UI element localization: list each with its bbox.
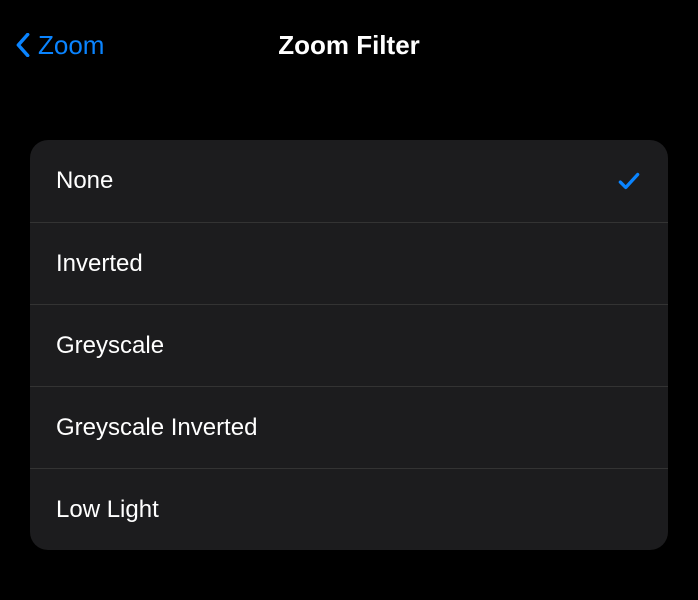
option-label: Inverted: [56, 250, 143, 278]
filter-option-list: None Inverted Greyscale Greyscale Invert…: [30, 140, 668, 550]
filter-option-low-light[interactable]: Low Light: [30, 468, 668, 550]
back-button[interactable]: Zoom: [14, 0, 104, 90]
option-label: Low Light: [56, 496, 159, 524]
chevron-left-icon: [14, 30, 32, 60]
filter-option-greyscale-inverted[interactable]: Greyscale Inverted: [30, 386, 668, 468]
filter-option-inverted[interactable]: Inverted: [30, 222, 668, 304]
checkmark-icon: [616, 168, 642, 194]
page-title: Zoom Filter: [278, 30, 420, 61]
option-label: None: [56, 167, 113, 195]
option-label: Greyscale Inverted: [56, 414, 257, 442]
nav-bar: Zoom Zoom Filter: [0, 0, 698, 90]
filter-option-greyscale[interactable]: Greyscale: [30, 304, 668, 386]
back-label: Zoom: [38, 30, 104, 61]
option-label: Greyscale: [56, 332, 164, 360]
filter-option-none[interactable]: None: [30, 140, 668, 222]
